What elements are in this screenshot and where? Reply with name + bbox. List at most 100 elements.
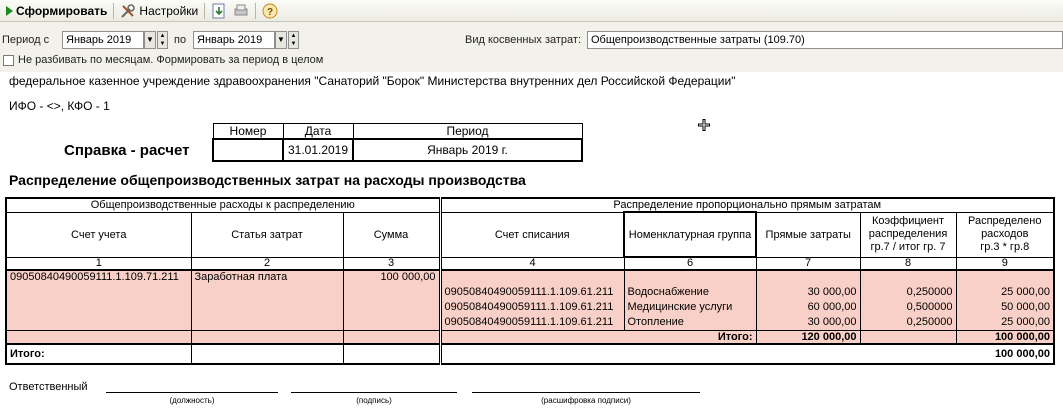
period-to-dropdown[interactable]: ▼ (275, 31, 287, 49)
period-to-field[interactable]: Январь 2019 (193, 31, 275, 49)
col-write-off-header: Счет списания (439, 211, 625, 258)
col-distributed-line2: расходов (981, 228, 1029, 240)
period-from-spinner[interactable]: ▲ ▼ (157, 31, 168, 49)
generate-label: Сформировать (16, 3, 108, 18)
col-number: 8 (859, 256, 957, 271)
date-header: Дата (282, 123, 354, 140)
col-number: 1 (5, 256, 192, 271)
chevron-down-icon: ▼ (277, 35, 285, 44)
period-header: Период (352, 123, 583, 140)
position-caption: (должность) (169, 396, 215, 405)
svg-text:?: ? (267, 7, 273, 18)
period-from-dropdown[interactable]: ▼ (144, 31, 156, 49)
distributed-value: 50 000,00 (1001, 301, 1050, 313)
doc-number (212, 138, 284, 162)
arrow-down-icon: ▼ (159, 41, 166, 47)
print-button[interactable] (230, 1, 252, 21)
col-coef-line1: Коэффициент (871, 215, 945, 227)
col-number: 7 (755, 256, 861, 271)
save-button[interactable] (208, 1, 230, 21)
doc-period: Январь 2019 г. (352, 138, 583, 162)
no-split-checkbox[interactable] (3, 55, 14, 66)
save-down-icon (212, 3, 225, 18)
col-coef-header: Коэффициент распределения гр.7 / итог гр… (859, 211, 957, 258)
toolbar-separator (255, 2, 257, 19)
subtotal-direct: 120 000,00 (755, 330, 861, 345)
direct-cost-value: 60 000,00 (807, 301, 857, 313)
arrow-up-icon: ▲ (290, 33, 297, 39)
doc-header-table: Номер Дата Период 31.01.2019 Январь 2019… (212, 123, 583, 162)
printer-icon (234, 4, 248, 15)
subtotal-distributed: 100 000,00 (955, 330, 1055, 345)
section-title: Распределение общепроизводственных затра… (9, 172, 526, 188)
total-row: Итого: 100 000,00 (5, 343, 1055, 365)
period-to-label: по (174, 34, 187, 46)
total-label: Итого: (5, 343, 192, 365)
col-distributed-header: Распределено расходов гр.3 * гр.8 (955, 211, 1055, 258)
col-number: 2 (190, 256, 344, 271)
distributed-cell: 25 000,00 50 000,00 25 000,00 (955, 269, 1055, 331)
write-off-value: 09050840490059111.1.109.61.211 (444, 286, 614, 298)
settings-label: Настройки (139, 3, 199, 18)
coef-value: 0,250000 (906, 286, 953, 298)
period-from-field[interactable]: Январь 2019 (62, 31, 144, 49)
parameters-panel: Период с Январь 2019 ▼ ▲ ▼ по Январь 2019… (0, 22, 1063, 72)
toolbar: Сформировать Настройки ? (0, 0, 1063, 22)
ifo-kfo-text: ИФО - <>, КФО - 1 (9, 99, 110, 113)
no-split-label: Не разбивать по месяцам. Формировать за … (18, 54, 324, 66)
col-coef-line2: распределения (868, 228, 948, 240)
nomen-group-value: Медицинские услуги (627, 301, 733, 313)
help-icon: ? (262, 3, 278, 18)
doc-date: 31.01.2019 (282, 138, 354, 162)
responsible-label: Ответственный (9, 381, 88, 393)
account-cell: 09050840490059111.1.109.71.211 (5, 269, 192, 331)
col-nomen-group-header: Номенклатурная группа (623, 211, 757, 258)
arrow-down-icon: ▼ (290, 41, 297, 47)
generate-button[interactable]: Сформировать (0, 1, 110, 21)
col-coef-line3: гр.7 / итог гр. 7 (870, 241, 946, 253)
toolbar-separator (113, 2, 115, 19)
cost-type-label: Вид косвенных затрат: (465, 34, 582, 46)
col-account-header: Счет учета (5, 211, 192, 258)
tools-icon (121, 3, 136, 18)
col-direct-costs-header: Прямые затраты (755, 211, 861, 258)
decoding-caption: (расшифровка подписи) (541, 396, 631, 405)
number-header: Номер (212, 123, 284, 140)
table-row: 09050840490059111.1.109.71.211 Заработна… (5, 269, 1055, 331)
nomen-group-value: Водоснабжение (627, 286, 709, 298)
coef-value: 0,250000 (906, 316, 953, 328)
write-off-value: 09050840490059111.1.109.61.211 (444, 301, 614, 313)
doc-title: Справка - расчет (64, 142, 190, 159)
subtotal-label: Итого: (439, 330, 757, 345)
write-off-cell: 09050840490059111.1.109.61.211 090508404… (439, 269, 625, 331)
arrow-up-icon: ▲ (159, 33, 166, 39)
write-off-value: 09050840490059111.1.109.61.211 (444, 316, 614, 328)
col-number: 9 (955, 256, 1055, 271)
position-line (106, 392, 278, 393)
group-left-header: Общепроизводственные расходы к распредел… (5, 197, 442, 213)
cost-type-field[interactable]: Общепроизводственные затраты (109.70) (587, 31, 1063, 49)
sum-cell: 100 000,00 (342, 269, 442, 331)
col-number: 4 (439, 256, 625, 271)
toolbar-separator (204, 2, 206, 19)
settings-button[interactable]: Настройки (117, 1, 201, 21)
coef-value: 0,500000 (906, 301, 953, 313)
subtotal-row: Итого: 120 000,00 100 000,00 (5, 330, 1055, 345)
direct-cost-value: 30 000,00 (807, 316, 857, 328)
distributed-value: 25 000,00 (1001, 316, 1050, 328)
distributed-value: 25 000,00 (1001, 286, 1050, 298)
signature-caption: (подпись) (356, 396, 392, 405)
col-number: 6 (623, 256, 757, 271)
coef-cell: 0,250000 0,500000 0,250000 (859, 269, 957, 331)
report-area: федеральное казенное учреждение здравоох… (0, 72, 1063, 420)
decoding-line (472, 392, 700, 393)
cursor-icon (698, 119, 710, 131)
col-number: 3 (342, 256, 442, 271)
period-to-spinner[interactable]: ▲ ▼ (288, 31, 299, 49)
col-cost-item-header: Статья затрат (190, 211, 344, 258)
help-button[interactable]: ? (259, 1, 281, 21)
organization-name: федеральное казенное учреждение здравоох… (9, 74, 736, 88)
nomen-group-cell: Водоснабжение Медицинские услуги Отоплен… (623, 269, 757, 331)
col-distributed-line3: гр.3 * гр.8 (980, 241, 1030, 253)
signature-line (291, 392, 457, 393)
